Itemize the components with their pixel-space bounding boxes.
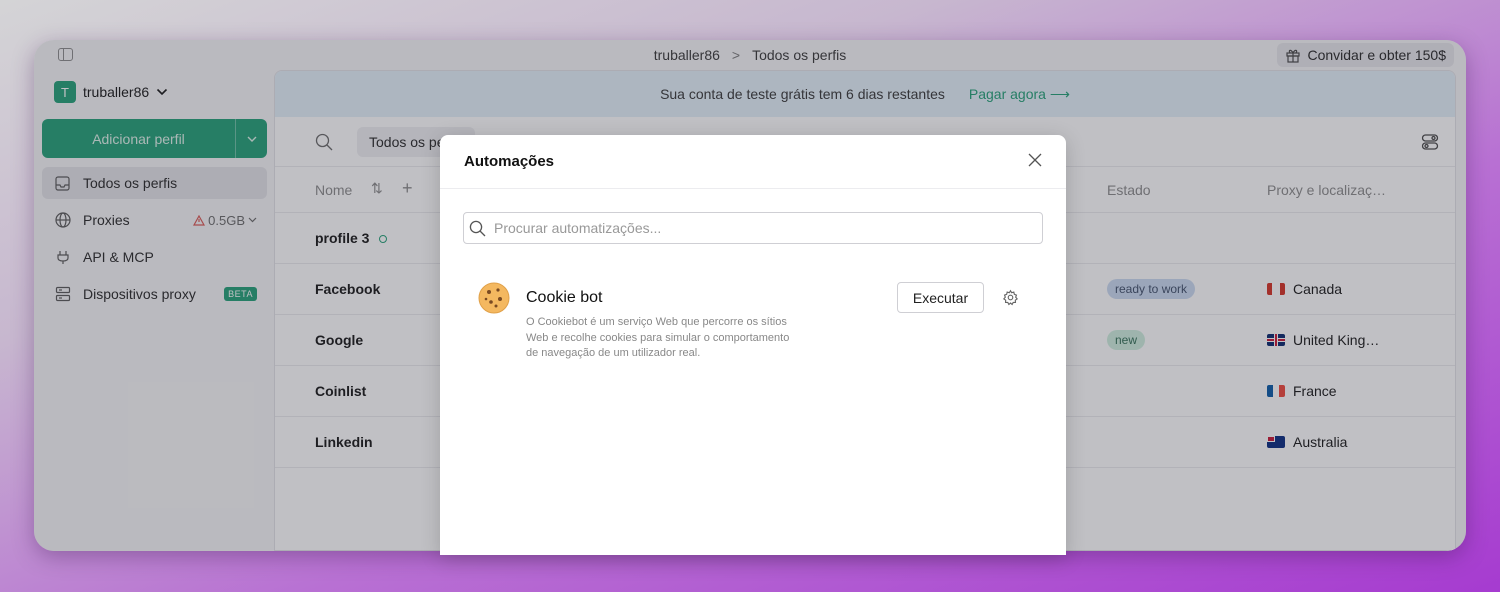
automation-search [463, 212, 1043, 244]
automation-description: O Cookiebot é um serviço Web que percorr… [526, 316, 790, 360]
cookie-icon [478, 282, 510, 314]
automation-name: Cookie bot [526, 289, 603, 306]
close-icon[interactable] [1028, 153, 1042, 167]
gear-icon[interactable] [1002, 289, 1019, 306]
run-button[interactable]: Executar [897, 282, 984, 313]
automation-item: Cookie bot O Cookiebot é um serviço Web … [478, 282, 1028, 382]
modal-header: Automações [440, 135, 1066, 189]
automations-modal: Automações Cookie bot O Cookiebot é um s… [440, 135, 1066, 555]
automation-search-input[interactable] [494, 213, 1034, 243]
modal-title: Automações [464, 153, 555, 170]
search-icon [469, 220, 486, 237]
